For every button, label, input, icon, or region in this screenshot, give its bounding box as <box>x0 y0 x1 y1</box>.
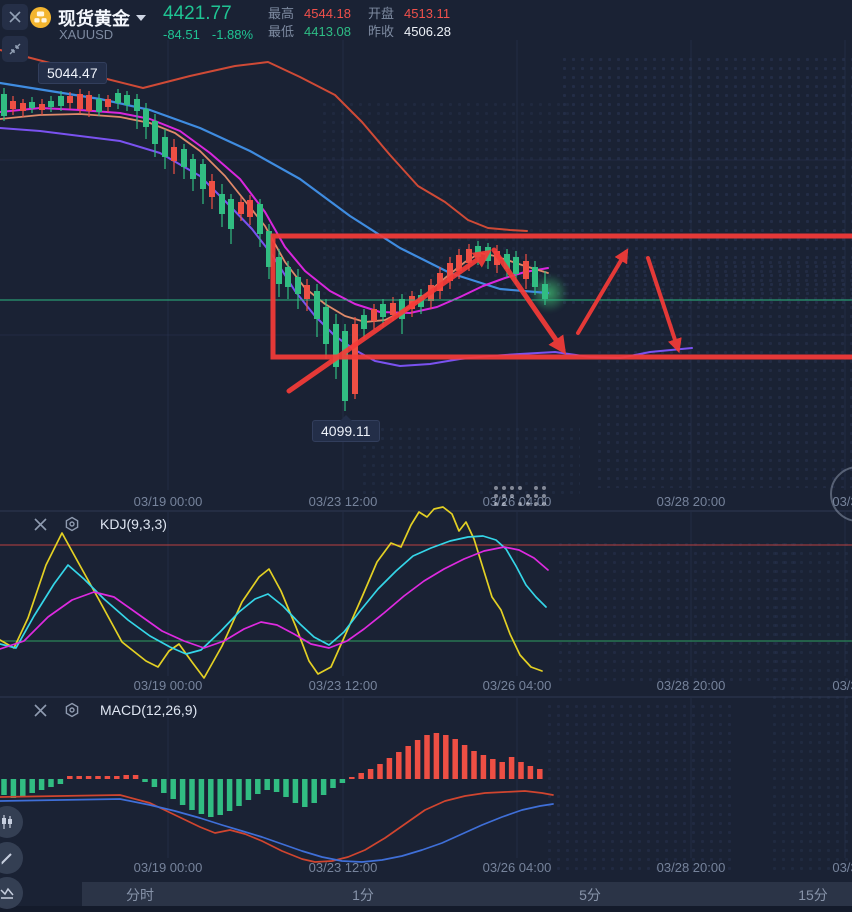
close-icon <box>33 703 47 717</box>
collapse-arrows-icon <box>9 43 21 55</box>
kdj-close-button[interactable] <box>30 514 50 534</box>
watermark-dot <box>494 486 498 490</box>
stat-value: 4544.18 <box>304 6 352 21</box>
time-axis-label: 03/26 04:00 <box>482 860 552 875</box>
kdj-k <box>0 535 547 655</box>
time-axis-label: 03/3 <box>832 860 852 875</box>
kdj-title: KDJ(9,3,3) <box>100 516 167 532</box>
timeframe-tab-分时[interactable]: 分时 <box>126 885 154 905</box>
watermark-dot <box>542 486 546 490</box>
stat-label: 最高 <box>268 6 295 21</box>
time-axis-label: 03/19 00:00 <box>133 860 203 875</box>
price-change-row: -84.51 -1.88% <box>163 27 265 42</box>
time-axis-label: 03/19 00:00 <box>133 494 203 509</box>
annotation-layer <box>270 233 852 394</box>
timeframe-tab-15分[interactable]: 15分 <box>798 885 828 905</box>
time-axis-label: 03/3 <box>832 678 852 693</box>
line-chart-icon <box>0 887 14 899</box>
time-axis-label: 03/23 12:00 <box>308 860 378 875</box>
watermark-dot <box>526 502 530 506</box>
stat-label: 昨收 <box>368 24 395 39</box>
watermark-dot <box>494 502 498 506</box>
watermark-dot <box>502 486 506 490</box>
watermark-dot <box>534 494 538 498</box>
charts-canvas[interactable] <box>0 0 852 912</box>
watermark-dot <box>510 486 514 490</box>
low-price-callout: 4099.11 <box>312 415 380 442</box>
gear-icon <box>65 702 79 718</box>
watermark-dot <box>542 502 546 506</box>
ma-purple <box>0 127 693 367</box>
watermark-dot <box>502 502 506 506</box>
stat-开盘: 开盘 4513.11 <box>368 5 450 23</box>
gear-icon <box>65 516 79 532</box>
watermark-dot <box>526 494 530 498</box>
timeframe-tab-5分[interactable]: 5分 <box>579 885 601 905</box>
stat-label: 开盘 <box>368 6 395 21</box>
time-axis-label: 03/28 20:00 <box>656 494 726 509</box>
macd-close-button[interactable] <box>30 700 50 720</box>
time-axis-label: 03/26 04:00 <box>482 678 552 693</box>
high-price-callout: 5044.47 <box>38 62 107 84</box>
stat-value: 4506.28 <box>404 24 452 39</box>
price-change: -84.51 <box>163 27 200 42</box>
watermark-dot <box>502 494 506 498</box>
time-axis-label: 03/23 12:00 <box>308 678 378 693</box>
time-axis-label: 03/3 <box>832 494 852 509</box>
gold-symbol-icon <box>29 6 52 29</box>
macd-title: MACD(12,26,9) <box>100 702 198 718</box>
time-axis-label: 03/19 00:00 <box>133 678 203 693</box>
watermark-dot <box>518 502 522 506</box>
stat-最高: 最高 4544.18 <box>268 5 351 23</box>
watermark-dot <box>510 494 514 498</box>
watermark-dot <box>534 502 538 506</box>
stat-最低: 最低 4413.08 <box>268 23 351 41</box>
stat-label: 最低 <box>268 24 295 39</box>
close-icon <box>33 517 47 531</box>
timeframe-tab-1分[interactable]: 1分 <box>352 885 374 905</box>
close-chart-button[interactable] <box>2 4 28 30</box>
macd-histogram <box>1 733 543 817</box>
stat-昨收: 昨收 4506.28 <box>368 23 451 41</box>
time-axis-label: 03/28 20:00 <box>656 860 726 875</box>
trading-app: 现货黄金 XAUUSD 4421.77 -84.51 -1.88% 最高 4544.… <box>0 0 852 912</box>
symbol-code: XAUUSD <box>59 27 114 42</box>
kdj-settings-button[interactable] <box>62 514 82 534</box>
time-axis-label: 03/23 12:00 <box>308 494 378 509</box>
close-icon <box>9 11 21 23</box>
macd-dea <box>0 790 554 863</box>
bottom-strip <box>0 906 852 912</box>
chevron-down-icon[interactable] <box>136 15 146 21</box>
pencil-icon <box>1 853 12 865</box>
collapse-button[interactable] <box>2 36 28 62</box>
annotation-arrow <box>286 249 492 394</box>
macd-settings-button[interactable] <box>62 700 82 720</box>
timeframe-bar: 分时 1分 5分 15分 <box>82 882 852 906</box>
macd-dif <box>0 798 554 863</box>
watermark-dot <box>494 494 498 498</box>
watermark-dot <box>518 486 522 490</box>
watermark-dot <box>534 486 538 490</box>
stat-value: 4413.08 <box>304 24 352 39</box>
last-price: 4421.77 <box>163 3 232 24</box>
watermark-dot <box>542 494 546 498</box>
time-axis-label: 03/28 20:00 <box>656 678 726 693</box>
annotation-arrow <box>576 248 629 335</box>
price-change-pct: -1.88% <box>211 27 254 42</box>
candlestick-icon <box>2 815 12 829</box>
stat-value: 4513.11 <box>404 6 451 21</box>
